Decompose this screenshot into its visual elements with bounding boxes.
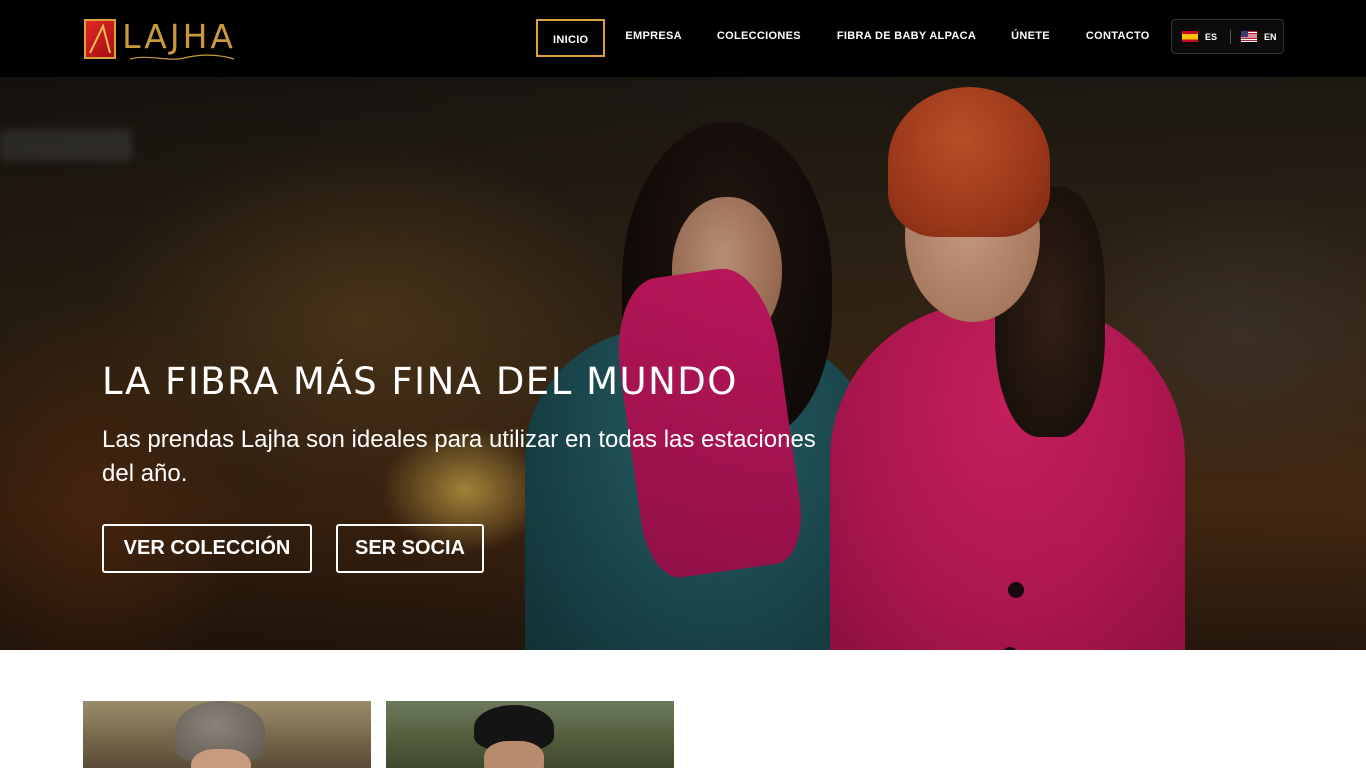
hero-subtitle: Las prendas Lajha son ideales para utili… <box>102 426 816 487</box>
language-divider <box>1230 29 1232 44</box>
card-model-face <box>191 749 251 768</box>
hero-banner: LA FIBRA MÁS FINA DEL MUNDO Las prendas … <box>0 77 1366 650</box>
main-navigation: INICIO EMPRESA COLECCIONES FIBRA DE BABY… <box>536 19 1150 57</box>
nav-item-inicio[interactable]: INICIO <box>536 19 606 57</box>
brand-name: LAJHA <box>122 17 236 56</box>
nav-item-fibra-de-baby-alpaca[interactable]: FIBRA DE BABY ALPACA <box>837 30 976 42</box>
language-code-es: ES <box>1205 31 1218 42</box>
nav-item-contacto[interactable]: CONTACTO <box>1086 30 1150 42</box>
collection-card-men[interactable] <box>386 701 674 768</box>
logo-triangle-icon <box>89 23 111 54</box>
lajha-logo-mark <box>84 19 117 59</box>
hero-title: LA FIBRA MÁS FINA DEL MUNDO <box>102 360 738 403</box>
collection-card-women[interactable] <box>83 701 371 768</box>
language-code-en: EN <box>1264 31 1277 42</box>
ver-coleccion-button[interactable]: VER COLECCIÓN <box>102 524 312 573</box>
language-option-en[interactable]: EN <box>1241 31 1277 42</box>
logo-swash-icon <box>129 54 235 60</box>
language-switcher: ES EN <box>1171 19 1284 54</box>
brand-logo[interactable]: LAJHA <box>84 17 236 61</box>
ser-socia-button[interactable]: SER SOCIA <box>336 524 484 573</box>
nav-item-unete[interactable]: ÚNETE <box>1011 30 1050 42</box>
usa-flag-icon <box>1241 31 1258 42</box>
nav-item-empresa[interactable]: EMPRESA <box>625 30 682 42</box>
card-model-face <box>484 741 544 768</box>
language-option-es[interactable]: ES <box>1182 31 1217 42</box>
site-header: LAJHA INICIO EMPRESA COLECCIONES FIBRA D… <box>0 0 1366 77</box>
nav-item-colecciones[interactable]: COLECCIONES <box>717 30 801 42</box>
spain-flag-icon <box>1182 31 1198 42</box>
